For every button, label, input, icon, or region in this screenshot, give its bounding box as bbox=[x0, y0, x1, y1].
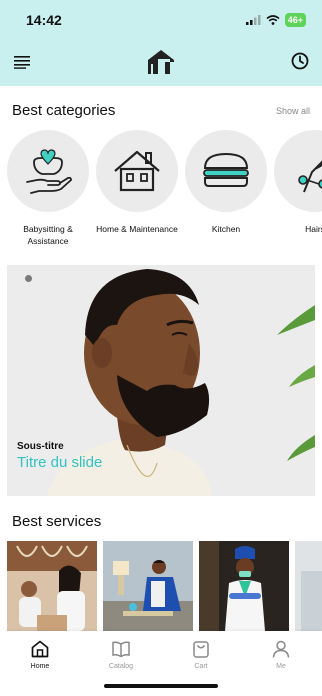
categories-carousel[interactable]: Babysitting & Assistance Home & Maintena… bbox=[6, 130, 322, 250]
category-circle bbox=[7, 130, 89, 212]
best-categories-title: Best categories bbox=[12, 102, 116, 119]
home-icon bbox=[31, 640, 49, 658]
best-categories-header: Best categories Show all bbox=[12, 102, 310, 119]
wifi-icon bbox=[266, 15, 280, 25]
best-services-header: Best services bbox=[12, 513, 310, 530]
service-card[interactable] bbox=[199, 541, 289, 631]
tab-me[interactable]: Me bbox=[251, 639, 311, 670]
service-card[interactable] bbox=[295, 541, 322, 631]
status-time: 14:42 bbox=[26, 12, 62, 28]
hand-heart-icon bbox=[26, 149, 72, 194]
signal-icon bbox=[245, 15, 261, 25]
status-bar: 14:42 46+ bbox=[0, 0, 322, 40]
battery-indicator: 46+ bbox=[284, 13, 306, 27]
service-photo-cleaning bbox=[103, 541, 193, 631]
tab-label: Catalog bbox=[108, 663, 134, 670]
tab-catalog[interactable]: Catalog bbox=[91, 639, 151, 670]
category-label: Home & Maintenance bbox=[96, 224, 178, 234]
tab-label: Home bbox=[30, 663, 50, 670]
bag-icon bbox=[193, 641, 209, 658]
hair-tool-icon bbox=[298, 160, 322, 193]
app-header bbox=[0, 40, 322, 86]
tab-home[interactable]: Home bbox=[10, 639, 70, 670]
clock-icon[interactable] bbox=[290, 51, 310, 71]
category-circle bbox=[185, 130, 267, 212]
ht-logo bbox=[148, 50, 174, 74]
slide-title: Titre du slide bbox=[17, 454, 103, 471]
service-photo-chef bbox=[199, 541, 289, 631]
category-babysitting[interactable]: Babysitting & Assistance bbox=[6, 130, 90, 247]
services-carousel[interactable] bbox=[7, 541, 322, 631]
category-label: Hairs bbox=[305, 224, 322, 234]
slide-indicator-dot bbox=[25, 275, 32, 282]
slide-subtitle: Sous-titre bbox=[17, 441, 64, 452]
category-circle bbox=[96, 130, 178, 212]
service-card[interactable] bbox=[103, 541, 193, 631]
category-kitchen[interactable]: Kitchen bbox=[184, 130, 268, 235]
hero-slide[interactable]: Sous-titre Titre du slide bbox=[7, 265, 315, 496]
burger-icon bbox=[203, 152, 249, 187]
category-home-maintenance[interactable]: Home & Maintenance bbox=[95, 130, 179, 235]
category-label: Kitchen bbox=[211, 224, 241, 234]
service-photo-partial bbox=[295, 541, 322, 631]
menu-icon[interactable] bbox=[14, 55, 32, 69]
best-services-title: Best services bbox=[12, 513, 102, 530]
category-label: Babysitting & Assistance bbox=[23, 224, 73, 246]
status-icons: 46+ bbox=[245, 13, 306, 27]
tab-cart[interactable]: Cart bbox=[171, 639, 231, 670]
category-hairs[interactable]: Hairs bbox=[273, 130, 322, 235]
service-card[interactable] bbox=[7, 541, 97, 631]
book-icon bbox=[112, 641, 130, 658]
show-all-link[interactable]: Show all bbox=[276, 106, 310, 116]
tab-label: Cart bbox=[194, 663, 208, 670]
tab-label: Me bbox=[276, 663, 286, 670]
house-icon bbox=[114, 150, 160, 192]
home-indicator bbox=[104, 684, 218, 688]
user-icon bbox=[272, 640, 290, 658]
category-circle bbox=[274, 130, 322, 212]
service-photo-childcare bbox=[7, 541, 97, 631]
